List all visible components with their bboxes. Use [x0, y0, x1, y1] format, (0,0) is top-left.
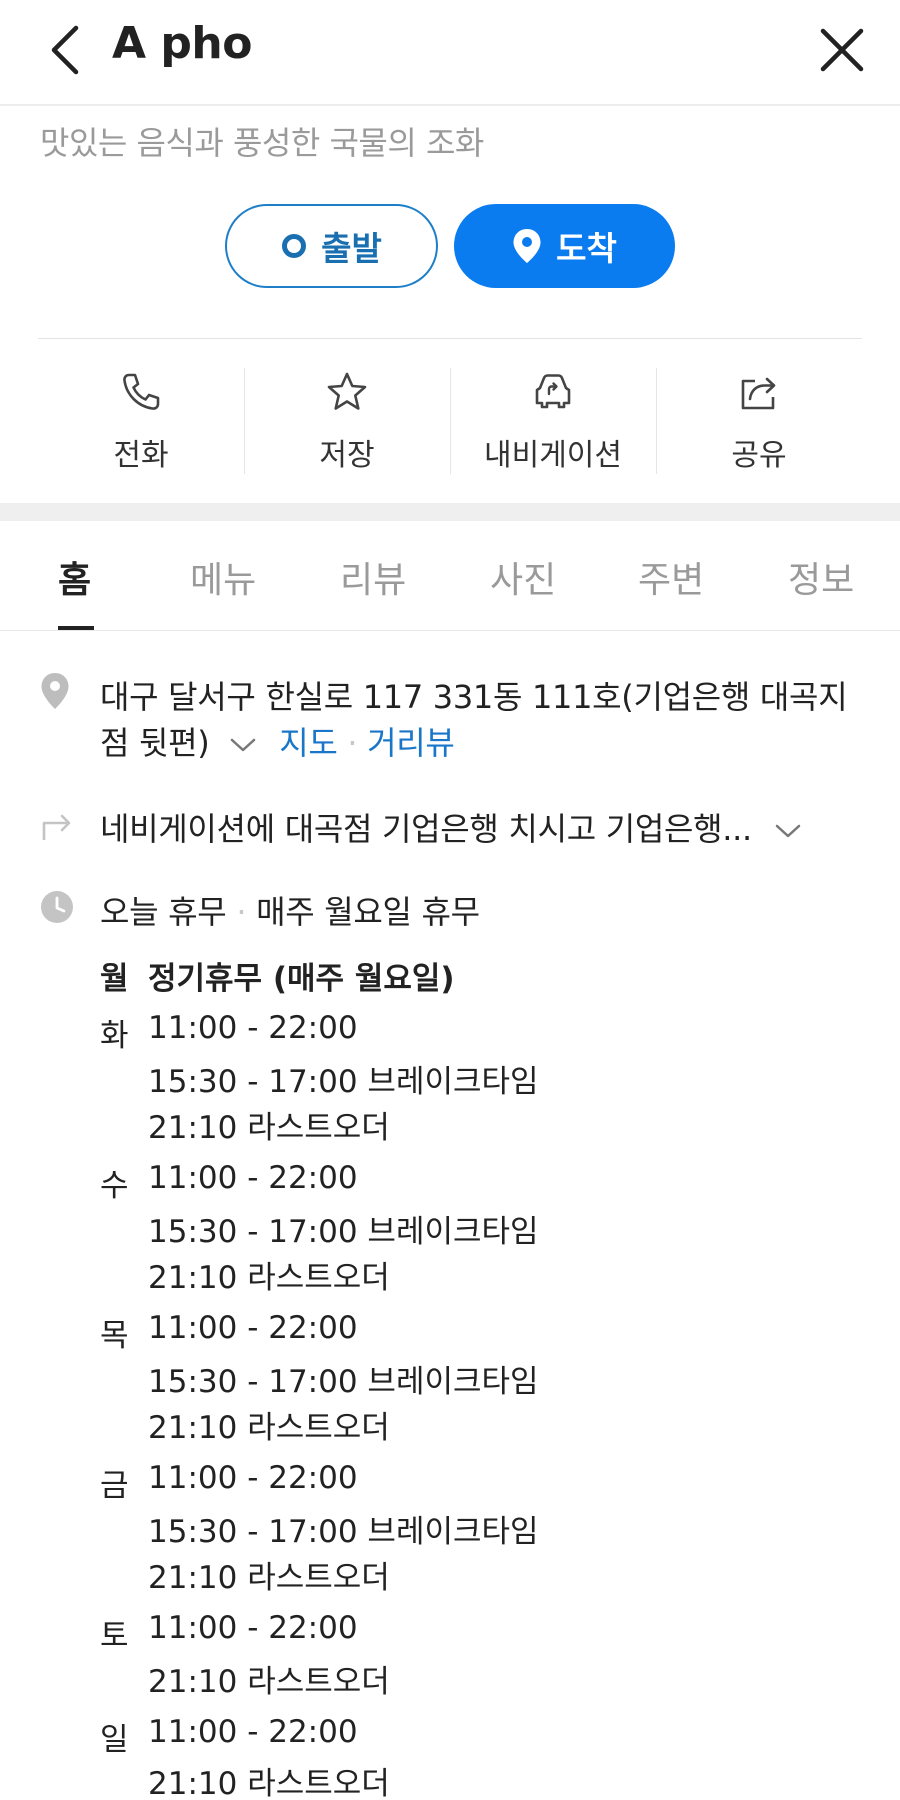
schedule-line: 21:10 라스트오더 — [148, 1260, 390, 1296]
turn-right-arrow-icon — [42, 814, 71, 840]
share-button[interactable]: 공유 — [656, 366, 862, 476]
action-bar: 전화 저장 내비게이션 공유 — [38, 366, 862, 476]
today-status: 오늘 휴무 — [100, 893, 227, 931]
schedule-line: 21:10 라스트오더 — [148, 1766, 390, 1800]
navigation-button[interactable]: 내비게이션 — [450, 366, 656, 476]
schedule-line: 15:30 - 17:00 브레이크타임 — [148, 1214, 539, 1250]
schedule-line: 21:10 라스트오더 — [148, 1664, 390, 1700]
navigation-label: 내비게이션 — [484, 438, 622, 473]
close-icon — [820, 28, 864, 72]
schedule-day: 일 — [100, 1722, 129, 1758]
schedule-day: 목 — [100, 1318, 129, 1354]
star-icon — [327, 372, 367, 410]
directions-hint: 네비게이션에 대곡점 기업은행 치시고 기업은행... — [100, 810, 752, 848]
close-button[interactable] — [812, 20, 872, 80]
tab-photos[interactable]: 사진 — [490, 551, 556, 603]
clock-icon — [41, 891, 73, 923]
navigation-car-icon — [535, 374, 571, 409]
arrive-route-button[interactable]: 도착 — [454, 204, 675, 288]
top-bar: A pho — [0, 0, 900, 106]
address-line-2-text: 점 뒷편) — [100, 724, 210, 762]
schedule-day: 금 — [100, 1468, 129, 1504]
arrive-route-label: 도착 — [556, 229, 617, 268]
start-route-label: 출발 — [321, 229, 382, 268]
section-separator — [0, 503, 900, 521]
schedule-line: 15:30 - 17:00 브레이크타임 — [148, 1064, 539, 1100]
today-note: 매주 월요일 휴무 — [256, 893, 480, 931]
schedule-day: 토 — [100, 1618, 129, 1654]
tab-bar: 홈 메뉴 리뷰 사진 주변 정보 — [0, 521, 900, 631]
schedule-day: 월 — [100, 961, 129, 997]
map-link[interactable]: 지도 — [279, 724, 338, 762]
back-button[interactable] — [40, 22, 90, 78]
tab-menu[interactable]: 메뉴 — [190, 551, 256, 603]
place-description: 맛있는 음식과 풍성한 국물의 조화 — [40, 124, 484, 162]
separator-dot: · — [347, 724, 368, 762]
tab-reviews[interactable]: 리뷰 — [340, 551, 406, 603]
tab-home[interactable]: 홈 — [58, 551, 91, 603]
call-button[interactable]: 전화 — [38, 366, 244, 476]
schedule-line: 정기휴무 (매주 월요일) — [148, 961, 455, 997]
schedule-day: 수 — [100, 1168, 129, 1204]
phone-icon — [123, 373, 160, 410]
location-pin-icon — [41, 673, 69, 709]
call-label: 전화 — [113, 438, 169, 473]
street-view-link[interactable]: 거리뷰 — [367, 724, 455, 762]
schedule-day: 화 — [100, 1018, 129, 1054]
schedule-line: 11:00 - 22:00 — [148, 1714, 358, 1750]
address-line-2: 점 뒷편) 지도 · 거리뷰 — [100, 718, 455, 764]
chevron-down-icon — [775, 824, 801, 838]
tab-info[interactable]: 정보 — [788, 551, 854, 603]
directions-text[interactable]: 네비게이션에 대곡점 기업은행 치시고 기업은행... — [100, 804, 802, 850]
divider — [38, 338, 862, 339]
save-button[interactable]: 저장 — [244, 366, 450, 476]
share-label: 공유 — [731, 438, 787, 473]
schedule-line: 21:10 라스트오더 — [148, 1560, 390, 1596]
schedule-line: 11:00 - 22:00 — [148, 1460, 358, 1496]
hours-summary[interactable]: 오늘 휴무 · 매주 월요일 휴무 — [100, 887, 480, 933]
share-icon — [741, 377, 776, 410]
tab-nearby[interactable]: 주변 — [638, 551, 704, 603]
page-title: A pho — [112, 18, 252, 69]
save-label: 저장 — [319, 438, 375, 473]
address-line-1: 대구 달서구 한실로 117 331동 111호(기업은행 대곡지 — [100, 678, 848, 716]
start-route-button[interactable]: 출발 — [225, 204, 438, 288]
chevron-left-icon — [51, 25, 79, 75]
location-pin-icon — [513, 229, 541, 263]
active-tab-indicator — [58, 626, 94, 630]
chevron-down-icon[interactable] — [229, 736, 257, 754]
origin-dot-icon — [282, 234, 307, 258]
separator-dot: · — [236, 893, 257, 931]
schedule-line: 21:10 라스트오더 — [148, 1410, 390, 1446]
schedule-line: 15:30 - 17:00 브레이크타임 — [148, 1364, 539, 1400]
schedule-line: 21:10 라스트오더 — [148, 1110, 390, 1146]
schedule-line: 11:00 - 22:00 — [148, 1610, 358, 1646]
schedule-line: 15:30 - 17:00 브레이크타임 — [148, 1514, 539, 1550]
schedule-line: 11:00 - 22:00 — [148, 1010, 358, 1046]
schedule-line: 11:00 - 22:00 — [148, 1160, 358, 1196]
schedule-line: 11:00 - 22:00 — [148, 1310, 358, 1346]
